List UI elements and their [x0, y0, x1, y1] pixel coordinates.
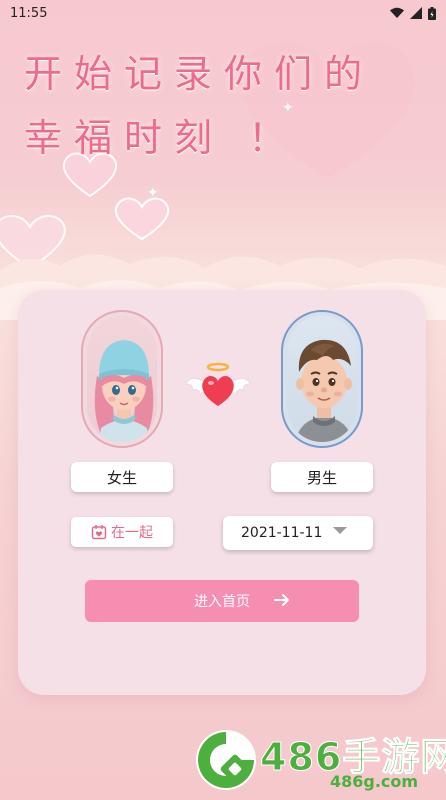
girl-label-button[interactable]: 女生 [71, 462, 173, 492]
boy-avatar[interactable] [281, 310, 363, 448]
couple-setup-card: 女生 男生 在一起 2021-11-11 进入首页 [18, 290, 426, 695]
together-date-button[interactable]: 在一起 [71, 517, 173, 547]
watermark: 486手游网 486g.com [190, 722, 446, 800]
girl-avatar[interactable] [81, 310, 163, 448]
status-bar: 11:55 [0, 0, 446, 26]
calendar-heart-icon [91, 525, 107, 540]
wifi-icon [390, 7, 404, 18]
arrow-right-icon [274, 594, 289, 606]
battery-icon [428, 6, 436, 20]
signal-icon [410, 7, 422, 19]
together-label: 在一起 [111, 525, 153, 541]
dropdown-caret-icon [333, 527, 347, 534]
winged-heart-icon [186, 362, 250, 406]
enter-home-button[interactable]: 进入首页 [85, 580, 359, 622]
page-title: 开始记录你们的 幸福时刻 ！ [24, 42, 424, 170]
date-value: 2021-11-11 [241, 525, 323, 541]
status-icons [390, 6, 436, 20]
sparkle-icon: ✦ [147, 185, 159, 201]
girl-avatar-image [94, 340, 154, 442]
anniversary-date-select[interactable]: 2021-11-11 [223, 516, 373, 550]
boy-label-button[interactable]: 男生 [271, 462, 373, 492]
status-time: 11:55 [10, 5, 48, 21]
title-line-1: 开始记录你们的 [24, 52, 375, 96]
title-line-2: 幸福时刻 ！ [24, 116, 299, 160]
watermark-url: 486g.com [330, 772, 419, 791]
watermark-logo-icon [196, 730, 256, 790]
enter-home-label: 进入首页 [194, 594, 250, 610]
boy-avatar-image [295, 339, 353, 442]
